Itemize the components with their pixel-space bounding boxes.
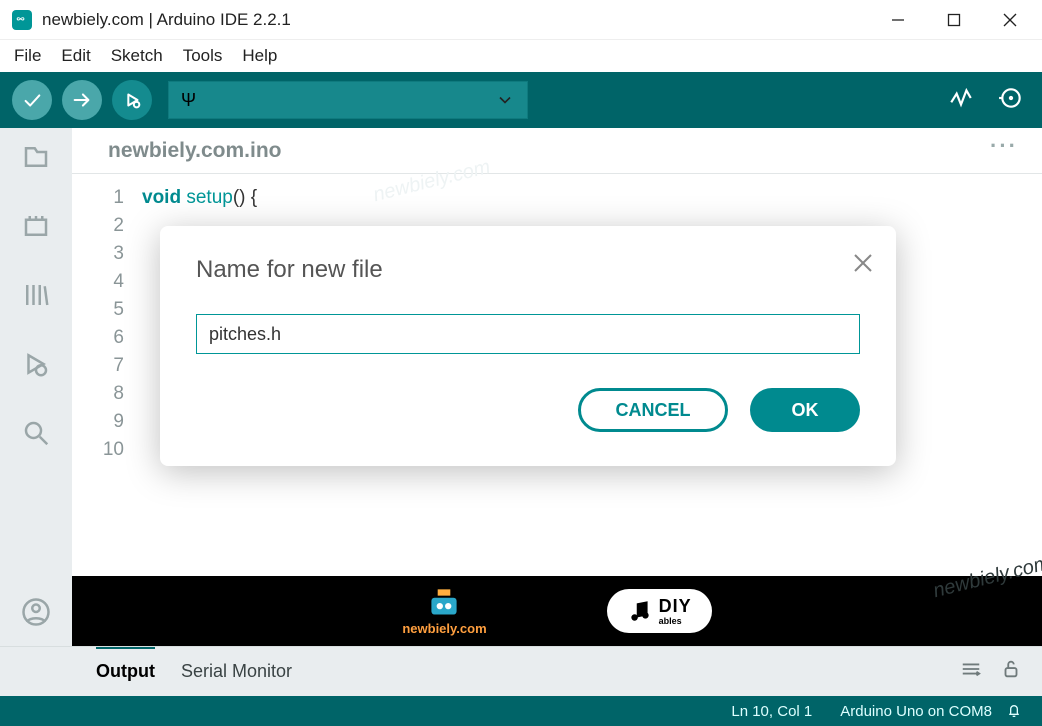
cancel-button[interactable]: CANCEL (578, 388, 728, 432)
filename-input[interactable] (196, 314, 860, 354)
dialog-close-button[interactable] (852, 252, 874, 274)
ok-button[interactable]: OK (750, 388, 860, 432)
new-file-dialog: Name for new file CANCEL OK (160, 226, 896, 466)
dialog-title: Name for new file (196, 256, 860, 284)
